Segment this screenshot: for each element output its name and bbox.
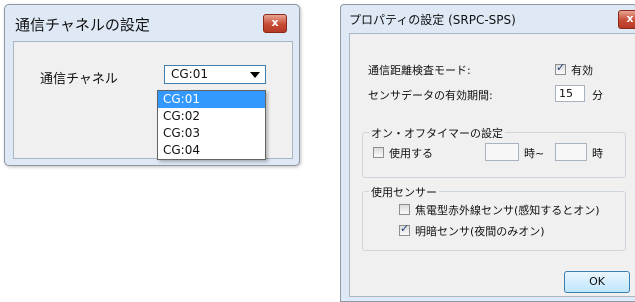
sensor-group: 使用センサー 焦電型赤外線センサ(感知するとオン) 明暗センサ(夜間のみオン) bbox=[362, 184, 626, 251]
timer-use-checkbox[interactable] bbox=[373, 147, 384, 158]
dialog-title: 通信チャネルの設定 bbox=[15, 16, 150, 34]
timer-group: オン・オフタイマーの設定 使用する 時~ 時 bbox=[362, 125, 626, 178]
dropdown-option[interactable]: CG:01 bbox=[158, 91, 265, 108]
timer-to-unit: 時 bbox=[592, 147, 603, 160]
sensor-period-unit: 分 bbox=[592, 89, 603, 102]
property-settings-dialog: プロパティの設定 (SRPC-SPS) x 通信距離検査モード: 有効 センサデ… bbox=[340, 4, 635, 302]
sensor-period-input[interactable]: 15 bbox=[555, 85, 585, 102]
distance-mode-label: 通信距離検査モード: bbox=[368, 64, 471, 77]
ok-button[interactable]: OK bbox=[564, 271, 630, 293]
channel-label: 通信チャネル bbox=[40, 72, 118, 87]
close-button[interactable]: x bbox=[263, 14, 287, 33]
timer-from-input[interactable] bbox=[485, 143, 519, 161]
sensor-period-label: センサデータの有効期間: bbox=[368, 89, 493, 102]
timer-from-unit: 時~ bbox=[524, 147, 545, 160]
dialog-client-area: 通信距離検査モード: 有効 センサデータの有効期間: 15 分 オン・オフタイマ… bbox=[349, 33, 635, 297]
channel-dropdown-list[interactable]: CG:01 CG:02 CG:03 CG:04 bbox=[157, 90, 266, 160]
distance-mode-checkbox[interactable] bbox=[555, 61, 566, 75]
sensor-group-legend: 使用センサー bbox=[369, 184, 439, 200]
light-sensor-checkbox[interactable] bbox=[399, 222, 410, 236]
dropdown-option[interactable]: CG:03 bbox=[158, 125, 265, 142]
light-sensor-label[interactable]: 明暗センサ(夜間のみオン) bbox=[415, 223, 545, 239]
timer-to-input[interactable] bbox=[555, 143, 587, 161]
pyroelectric-sensor-label[interactable]: 焦電型赤外線センサ(感知するとオン) bbox=[415, 202, 600, 218]
timer-use-label[interactable]: 使用する bbox=[389, 145, 433, 161]
distance-mode-check-label[interactable]: 有効 bbox=[571, 62, 593, 78]
pyroelectric-sensor-checkbox[interactable] bbox=[399, 204, 410, 215]
close-button[interactable]: x bbox=[618, 10, 635, 29]
chevron-down-icon[interactable] bbox=[250, 72, 260, 78]
combo-value: CG:01 bbox=[171, 67, 208, 81]
dialog-title: プロパティの設定 (SRPC-SPS) bbox=[349, 13, 516, 27]
channel-combobox[interactable]: CG:01 bbox=[164, 65, 266, 84]
timer-group-legend: オン・オフタイマーの設定 bbox=[369, 125, 505, 141]
dropdown-option[interactable]: CG:02 bbox=[158, 108, 265, 125]
dropdown-option[interactable]: CG:04 bbox=[158, 142, 265, 159]
